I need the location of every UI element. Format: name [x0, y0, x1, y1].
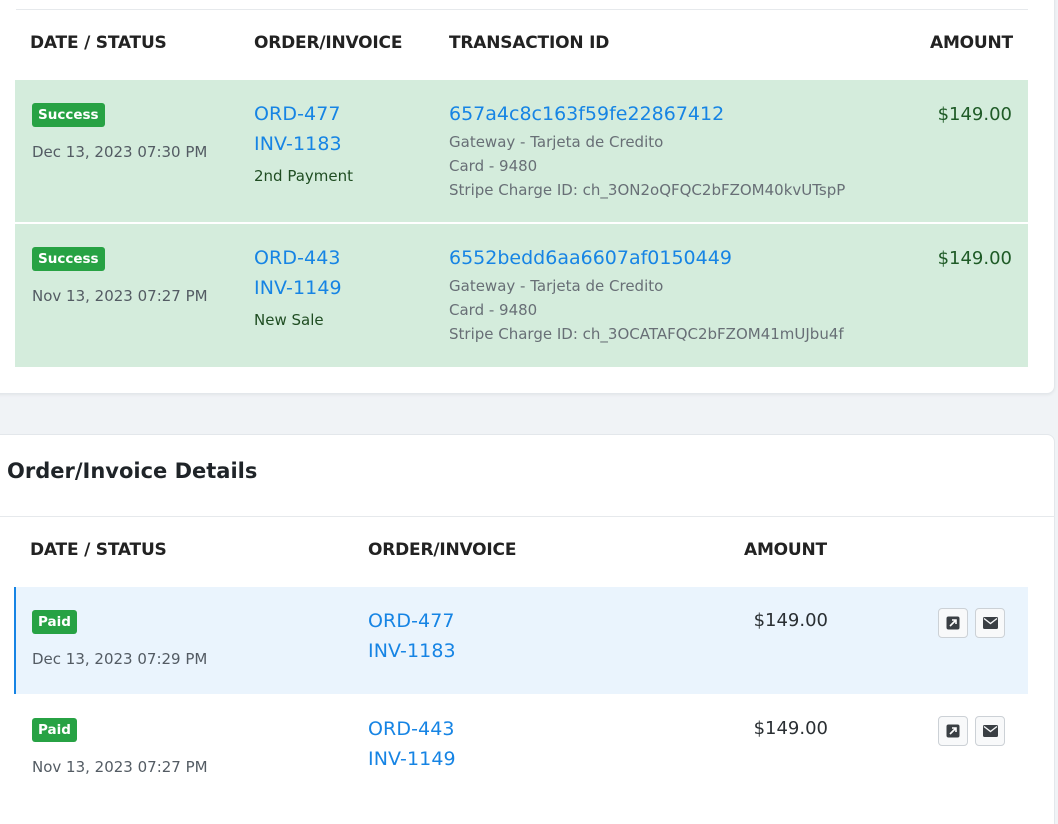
- invoice-date: Dec 13, 2023 07:29 PM: [32, 650, 208, 668]
- email-button[interactable]: [975, 608, 1005, 638]
- order-link[interactable]: ORD-477: [254, 103, 341, 125]
- status-badge: Paid: [32, 610, 77, 634]
- order-link[interactable]: ORD-443: [254, 247, 341, 269]
- payment-note: New Sale: [254, 311, 324, 329]
- top-divider: [16, 9, 1028, 10]
- header-order-invoice: ORDER/INVOICE: [368, 540, 517, 560]
- open-external-icon: [946, 616, 960, 630]
- status-badge: Paid: [32, 718, 77, 742]
- header-transaction-id: TRANSACTION ID: [449, 33, 610, 53]
- status-badge: Success: [32, 103, 105, 127]
- section-title: Order/Invoice Details: [7, 459, 258, 483]
- order-link[interactable]: ORD-443: [368, 718, 455, 740]
- invoice-amount: $149.00: [753, 718, 828, 739]
- open-external-icon: [946, 724, 960, 738]
- transaction-date: Dec 13, 2023 07:30 PM: [32, 143, 208, 161]
- transaction-row: Success Nov 13, 2023 07:27 PM ORD-443 IN…: [15, 224, 1028, 367]
- envelope-icon: [982, 617, 998, 629]
- header-date-status: DATE / STATUS: [30, 540, 167, 560]
- stripe-charge-id: Stripe Charge ID: ch_3ON2oQFQC2bFZOM40kv…: [449, 181, 846, 199]
- open-external-button[interactable]: [938, 716, 968, 746]
- header-amount: AMOUNT: [930, 33, 1013, 53]
- invoice-link[interactable]: INV-1149: [254, 277, 342, 299]
- header-amount: AMOUNT: [744, 540, 827, 560]
- header-date-status: DATE / STATUS: [30, 33, 167, 53]
- status-badge: Success: [32, 247, 105, 271]
- transaction-row: Success Dec 13, 2023 07:30 PM ORD-477 IN…: [15, 80, 1028, 222]
- transaction-id-link[interactable]: 6552bedd6aa6607af0150449: [449, 247, 732, 269]
- invoice-link[interactable]: INV-1149: [368, 748, 456, 770]
- header-order-invoice: ORDER/INVOICE: [254, 33, 403, 53]
- invoice-link[interactable]: INV-1183: [368, 640, 456, 662]
- transaction-id-link[interactable]: 657a4c8c163f59fe22867412: [449, 103, 724, 125]
- envelope-icon: [982, 725, 998, 737]
- table-row-selected[interactable]: Paid Dec 13, 2023 07:29 PM ORD-477 INV-1…: [14, 587, 1028, 694]
- invoice-link[interactable]: INV-1183: [254, 133, 342, 155]
- invoice-amount: $149.00: [753, 610, 828, 631]
- stripe-charge-id: Stripe Charge ID: ch_3OCATAFQC2bFZOM41mU…: [449, 325, 844, 343]
- card-text: Card - 9480: [449, 157, 538, 175]
- invoice-date: Nov 13, 2023 07:27 PM: [32, 758, 208, 776]
- table-row[interactable]: Paid Nov 13, 2023 07:27 PM ORD-443 INV-1…: [14, 695, 1028, 802]
- card-text: Card - 9480: [449, 301, 538, 319]
- gateway-text: Gateway - Tarjeta de Credito: [449, 133, 664, 151]
- transaction-amount: $149.00: [937, 248, 1012, 269]
- open-external-button[interactable]: [938, 608, 968, 638]
- gateway-text: Gateway - Tarjeta de Credito: [449, 277, 664, 295]
- order-link[interactable]: ORD-477: [368, 610, 455, 632]
- transaction-date: Nov 13, 2023 07:27 PM: [32, 287, 208, 305]
- section-divider: [0, 516, 1055, 517]
- email-button[interactable]: [975, 716, 1005, 746]
- transaction-amount: $149.00: [937, 104, 1012, 125]
- payment-note: 2nd Payment: [254, 167, 354, 185]
